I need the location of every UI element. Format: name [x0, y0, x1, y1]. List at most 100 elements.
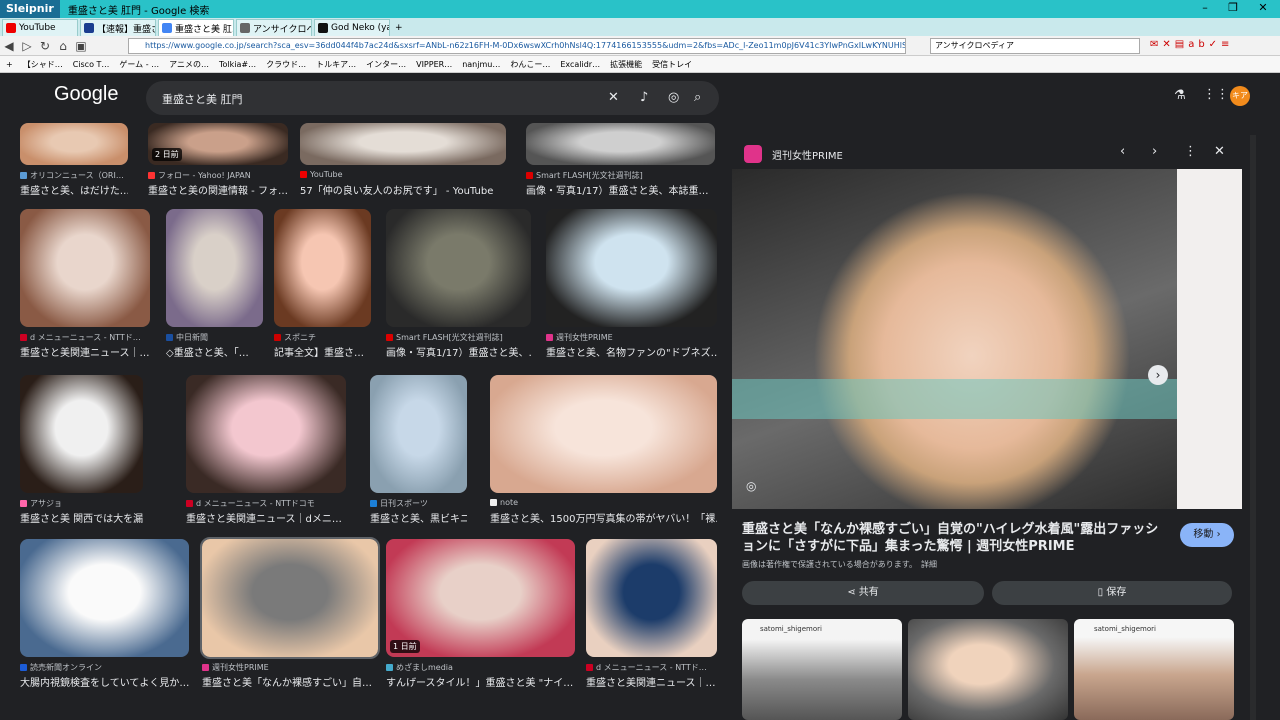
forward-arrow-icon[interactable]: ▷	[18, 39, 36, 53]
url-field[interactable]: https://www.google.co.jp/search?sca_esv=…	[128, 38, 906, 54]
bookmark-item[interactable]: インター…	[366, 59, 406, 70]
avatar[interactable]: キア	[1230, 86, 1250, 106]
panel-scrollbar[interactable]	[1250, 135, 1256, 720]
more-options-icon[interactable]: ⋮	[1184, 144, 1197, 159]
bookmark-item[interactable]: 拡張機能	[610, 59, 642, 70]
toolbar-extension-icons[interactable]: ✉✕▤ab✓≡	[1150, 39, 1233, 50]
browser-tab[interactable]: God Neko (yaye…	[314, 19, 390, 36]
image-thumbnail[interactable]	[300, 123, 506, 165]
result-caption[interactable]: 重盛さと美関連ニュース｜…	[20, 344, 150, 359]
related-thumbnail[interactable]: satomi_shigemori	[742, 619, 902, 720]
result-caption[interactable]: 重盛さと美関連ニュース｜…	[586, 674, 717, 689]
image-thumbnail[interactable]	[20, 375, 143, 493]
bookmark-item[interactable]: 【シャド…	[23, 59, 63, 70]
maximize-button[interactable]: ❐	[1223, 1, 1243, 14]
chevron-left-icon[interactable]: ‹	[1120, 144, 1125, 159]
close-window-button[interactable]: ✕	[1253, 1, 1273, 14]
result-caption[interactable]: 重盛さと美関連ニュース｜dメニ…	[186, 510, 346, 525]
browser-tab-active[interactable]: 重盛さと美 肛…	[158, 19, 234, 36]
result-caption[interactable]: 57「仲の良い友人のお尻です」 - YouTube	[300, 182, 506, 197]
bookmark-item[interactable]: クラウド…	[266, 59, 306, 70]
chevron-right-icon[interactable]: ›	[1152, 144, 1157, 159]
result-source[interactable]: d メニューニュース - NTTド…	[20, 332, 150, 343]
result-source[interactable]: 週刊女性PRIME	[202, 662, 378, 673]
result-caption[interactable]: 重盛さと美の関連情報 - フォ…	[148, 182, 288, 197]
bookmark-item[interactable]: ゲーム - …	[119, 59, 159, 70]
bookmark-icon[interactable]: ▣	[72, 39, 90, 53]
bookmark-item[interactable]: トルキア…	[316, 59, 356, 70]
next-image-icon[interactable]: ›	[1148, 365, 1168, 385]
result-caption[interactable]: 画像・写真1/17）重盛さと美、本誌重…	[526, 182, 715, 197]
browser-tab[interactable]: 【速報】重盛さと…	[80, 19, 156, 36]
labs-flask-icon[interactable]: ⚗	[1174, 88, 1186, 103]
bookmark-item[interactable]: Excalidr…	[560, 60, 600, 69]
bookmark-item[interactable]: Tolkia#…	[219, 60, 256, 69]
search-icon[interactable]: ⌕	[694, 90, 701, 105]
bookmark-item[interactable]: わんこー…	[510, 59, 550, 70]
result-caption[interactable]: 重盛さと美、1500万円写真集の帯がヤバい！「裸…	[490, 510, 717, 525]
image-thumbnail[interactable]	[186, 375, 346, 493]
mic-icon[interactable]: ♪	[640, 90, 648, 105]
result-source[interactable]: フォロー - Yahoo! JAPAN	[148, 170, 288, 181]
result-source[interactable]: オリコンニュース（ORI…	[20, 170, 128, 181]
result-source[interactable]: YouTube	[300, 170, 506, 179]
image-thumbnail[interactable]	[526, 123, 715, 165]
bookmark-item[interactable]: アニメの…	[169, 59, 209, 70]
result-source[interactable]: めざましmedia	[386, 662, 575, 673]
bookmark-item[interactable]: nanjmu…	[462, 60, 500, 69]
result-caption[interactable]: 重盛さと美、はだけた…	[20, 182, 128, 197]
preview-title[interactable]: 重盛さと美「なんか裸感すごい」自覚の"ハイレグ水着風"露出ファッションに「さすが…	[742, 521, 1162, 555]
image-thumbnail[interactable]	[166, 209, 263, 327]
result-caption[interactable]: 重盛さと美 関西では大を漏ら…	[20, 510, 143, 525]
preview-image[interactable]: › ◎	[732, 169, 1242, 509]
result-source[interactable]: アサジョ	[20, 498, 143, 509]
image-thumbnail[interactable]	[20, 209, 150, 327]
image-thumbnail[interactable]	[586, 539, 717, 657]
result-source[interactable]: d メニューニュース - NTTド…	[586, 662, 717, 673]
image-thumbnail[interactable]: 2 日前	[148, 123, 288, 165]
result-caption[interactable]: 大腸内視鏡検査をしていてよく見か…	[20, 674, 189, 689]
result-caption[interactable]: 重盛さと美「なんか裸感すごい」自…	[202, 674, 378, 689]
result-source[interactable]: d メニューニュース - NTTドコモ	[186, 498, 346, 509]
save-button[interactable]: ▯ 保存	[992, 581, 1232, 605]
image-thumbnail[interactable]	[20, 123, 128, 165]
search-input[interactable]: 重盛さと美 肛門	[162, 91, 243, 107]
search-box[interactable]: 重盛さと美 肛門 ✕ ♪ ◎ ⌕	[146, 81, 719, 115]
close-icon[interactable]: ✕	[1214, 144, 1225, 159]
result-caption[interactable]: 重盛さと美、黒ビキニ…	[370, 510, 467, 525]
clear-search-icon[interactable]: ✕	[608, 90, 619, 105]
image-thumbnail[interactable]	[490, 375, 717, 493]
apps-grid-icon[interactable]: ⋮⋮	[1203, 87, 1229, 102]
result-source[interactable]: note	[490, 498, 717, 507]
bookmark-item[interactable]: Cisco T…	[73, 60, 110, 69]
result-caption[interactable]: すんげースタイル！」重盛さと美 "ナイ…	[386, 674, 575, 689]
result-source[interactable]: 日刊スポーツ	[370, 498, 467, 509]
details-link[interactable]: 詳細	[921, 560, 937, 569]
image-thumbnail[interactable]	[386, 209, 531, 327]
bookmark-item[interactable]: 受信トレイ	[652, 59, 692, 70]
image-thumbnail[interactable]	[370, 375, 467, 493]
minimize-button[interactable]: –	[1195, 1, 1215, 14]
related-thumbnail[interactable]: satomi_shigemori	[1074, 619, 1234, 720]
google-logo[interactable]: Google	[54, 83, 119, 106]
lens-search-icon[interactable]: ◎	[746, 479, 756, 493]
result-source[interactable]: スポニチ	[274, 332, 371, 343]
result-source[interactable]: 中日新聞	[166, 332, 263, 343]
result-source[interactable]: Smart FLASH[光文社週刊誌]	[386, 332, 531, 343]
result-source[interactable]: 読売新聞オンライン	[20, 662, 189, 673]
new-tab-button[interactable]: +	[392, 19, 414, 36]
panel-source[interactable]: 週刊女性PRIME	[772, 147, 843, 162]
bookmark-item[interactable]: VIPPER…	[416, 60, 452, 69]
browser-tab[interactable]: アンサイクロペディ…	[236, 19, 312, 36]
image-thumbnail[interactable]	[274, 209, 371, 327]
lens-icon[interactable]: ◎	[668, 90, 679, 105]
image-thumbnail[interactable]	[546, 209, 717, 327]
home-icon[interactable]: ⌂	[54, 39, 72, 53]
visit-button[interactable]: 移動 ›	[1180, 523, 1234, 547]
result-caption[interactable]: 重盛さと美、名物ファンの"ドブネズ…	[546, 344, 717, 359]
result-source[interactable]: 週刊女性PRIME	[546, 332, 717, 343]
related-thumbnail[interactable]	[908, 619, 1068, 720]
browser-search-field[interactable]: アンサイクロペディア	[930, 38, 1140, 54]
result-caption[interactable]: ◇重盛さと美、「…	[166, 344, 263, 359]
reload-icon[interactable]: ↻	[36, 39, 54, 53]
